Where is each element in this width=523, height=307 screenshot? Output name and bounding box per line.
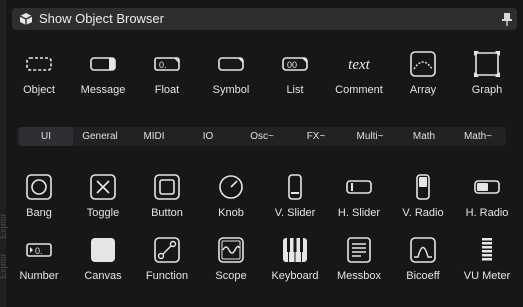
function-label: Function: [145, 270, 189, 282]
function-icon: [154, 237, 180, 263]
list-icon: 00: [282, 57, 308, 71]
comment-item[interactable]: text Comment: [328, 50, 390, 96]
tab-fx[interactable]: FX~: [289, 127, 343, 146]
keyboard-icon: [283, 238, 307, 262]
message-icon: [90, 57, 116, 71]
vslider-label: V. Slider: [274, 207, 316, 219]
bicoeff-label: Bicoeff: [406, 270, 440, 282]
comment-icon: text: [348, 57, 370, 73]
graph-item[interactable]: Graph: [456, 50, 518, 96]
sidebar-edge: Explor Explor: [0, 0, 8, 307]
vumeter-icon: [482, 238, 492, 261]
category-tabs: UI General MIDI IO Osc~ FX~ Multi~ Math …: [17, 127, 506, 146]
hslider-label: H. Slider: [337, 207, 381, 219]
vumeter-item[interactable]: VU Meter: [456, 236, 518, 282]
scope-item[interactable]: Scope: [200, 236, 262, 282]
tab-midi[interactable]: MIDI: [127, 127, 181, 146]
message-label: Message: [80, 84, 126, 96]
canvas-icon: [91, 238, 115, 262]
scope-icon: [218, 237, 244, 263]
vslider-item[interactable]: V. Slider: [264, 173, 326, 219]
scope-label: Scope: [215, 270, 247, 282]
keyboard-label: Keyboard: [271, 270, 319, 282]
symbol-item[interactable]: Symbol: [200, 50, 262, 96]
hradio-icon: [474, 180, 500, 194]
symbol-label: Symbol: [212, 84, 250, 96]
vslider-icon: [288, 174, 302, 200]
message-item[interactable]: Message: [72, 50, 134, 96]
toggle-icon: [90, 174, 116, 200]
bang-item[interactable]: Bang: [8, 173, 70, 219]
array-item[interactable]: Array: [392, 50, 454, 96]
bang-label: Bang: [26, 207, 52, 219]
array-icon: [410, 51, 436, 77]
float-icon: 0.: [154, 57, 180, 71]
button-icon: [154, 174, 180, 200]
knob-label: Knob: [218, 207, 244, 219]
bang-icon: [26, 174, 52, 200]
symbol-icon: [218, 57, 244, 71]
messbox-icon: [347, 237, 371, 263]
tab-math-signal[interactable]: Math~: [451, 127, 505, 146]
button-item[interactable]: Button: [136, 173, 198, 219]
tab-general[interactable]: General: [73, 127, 127, 146]
object-icon: [26, 57, 52, 71]
messbox-item[interactable]: Messbox: [328, 236, 390, 282]
cube-icon: [19, 13, 33, 25]
number-icon: 0.: [26, 243, 52, 257]
list-item[interactable]: 00 List: [264, 50, 326, 96]
keyboard-item[interactable]: Keyboard: [264, 236, 326, 282]
knob-icon: [219, 175, 243, 199]
canvas-label: Canvas: [84, 270, 122, 282]
svg-text:0.: 0.: [35, 246, 43, 256]
float-label: Float: [154, 84, 180, 96]
svg-text:0.: 0.: [159, 60, 167, 70]
svg-text:text: text: [348, 57, 370, 73]
hslider-icon: [346, 180, 372, 194]
comment-label: Comment: [335, 84, 383, 96]
canvas-item[interactable]: Canvas: [72, 236, 134, 282]
knob-item[interactable]: Knob: [200, 173, 262, 219]
object-label: Object: [23, 84, 55, 96]
tab-osc[interactable]: Osc~: [235, 127, 289, 146]
float-item[interactable]: 0. Float: [136, 50, 198, 96]
hradio-item[interactable]: H. Radio: [456, 173, 518, 219]
object-browser-panel: Explor Explor Show Object Browser Object: [0, 0, 523, 307]
tab-multi[interactable]: Multi~: [343, 127, 397, 146]
tab-ui[interactable]: UI: [19, 127, 73, 146]
window-title: Show Object Browser: [39, 11, 164, 26]
tab-io[interactable]: IO: [181, 127, 235, 146]
pin-icon[interactable]: [501, 12, 513, 26]
toggle-label: Toggle: [86, 207, 120, 219]
object-item[interactable]: Object: [8, 50, 70, 96]
hradio-label: H. Radio: [465, 207, 509, 219]
number-item[interactable]: 0. Number: [8, 236, 70, 282]
graph-label: Graph: [471, 84, 503, 96]
bicoeff-item[interactable]: Bicoeff: [392, 236, 454, 282]
number-label: Number: [19, 270, 59, 282]
tab-math[interactable]: Math: [397, 127, 451, 146]
array-label: Array: [409, 84, 437, 96]
vradio-label: V. Radio: [402, 207, 444, 219]
toggle-item[interactable]: Toggle: [72, 173, 134, 219]
bicoeff-icon: [410, 237, 436, 263]
vumeter-label: VU Meter: [463, 270, 511, 282]
svg-text:00: 00: [287, 60, 297, 70]
vradio-item[interactable]: V. Radio: [392, 173, 454, 219]
sidebar-label-bottom: Explor: [0, 253, 8, 279]
graph-icon: [474, 51, 500, 77]
vradio-icon: [416, 174, 430, 200]
button-label: Button: [151, 207, 183, 219]
function-item[interactable]: Function: [136, 236, 198, 282]
hslider-item[interactable]: H. Slider: [328, 173, 390, 219]
messbox-label: Messbox: [336, 270, 382, 282]
title-bar[interactable]: Show Object Browser: [12, 8, 517, 30]
list-label: List: [286, 84, 304, 96]
sidebar-label-top: Explor: [0, 213, 8, 239]
